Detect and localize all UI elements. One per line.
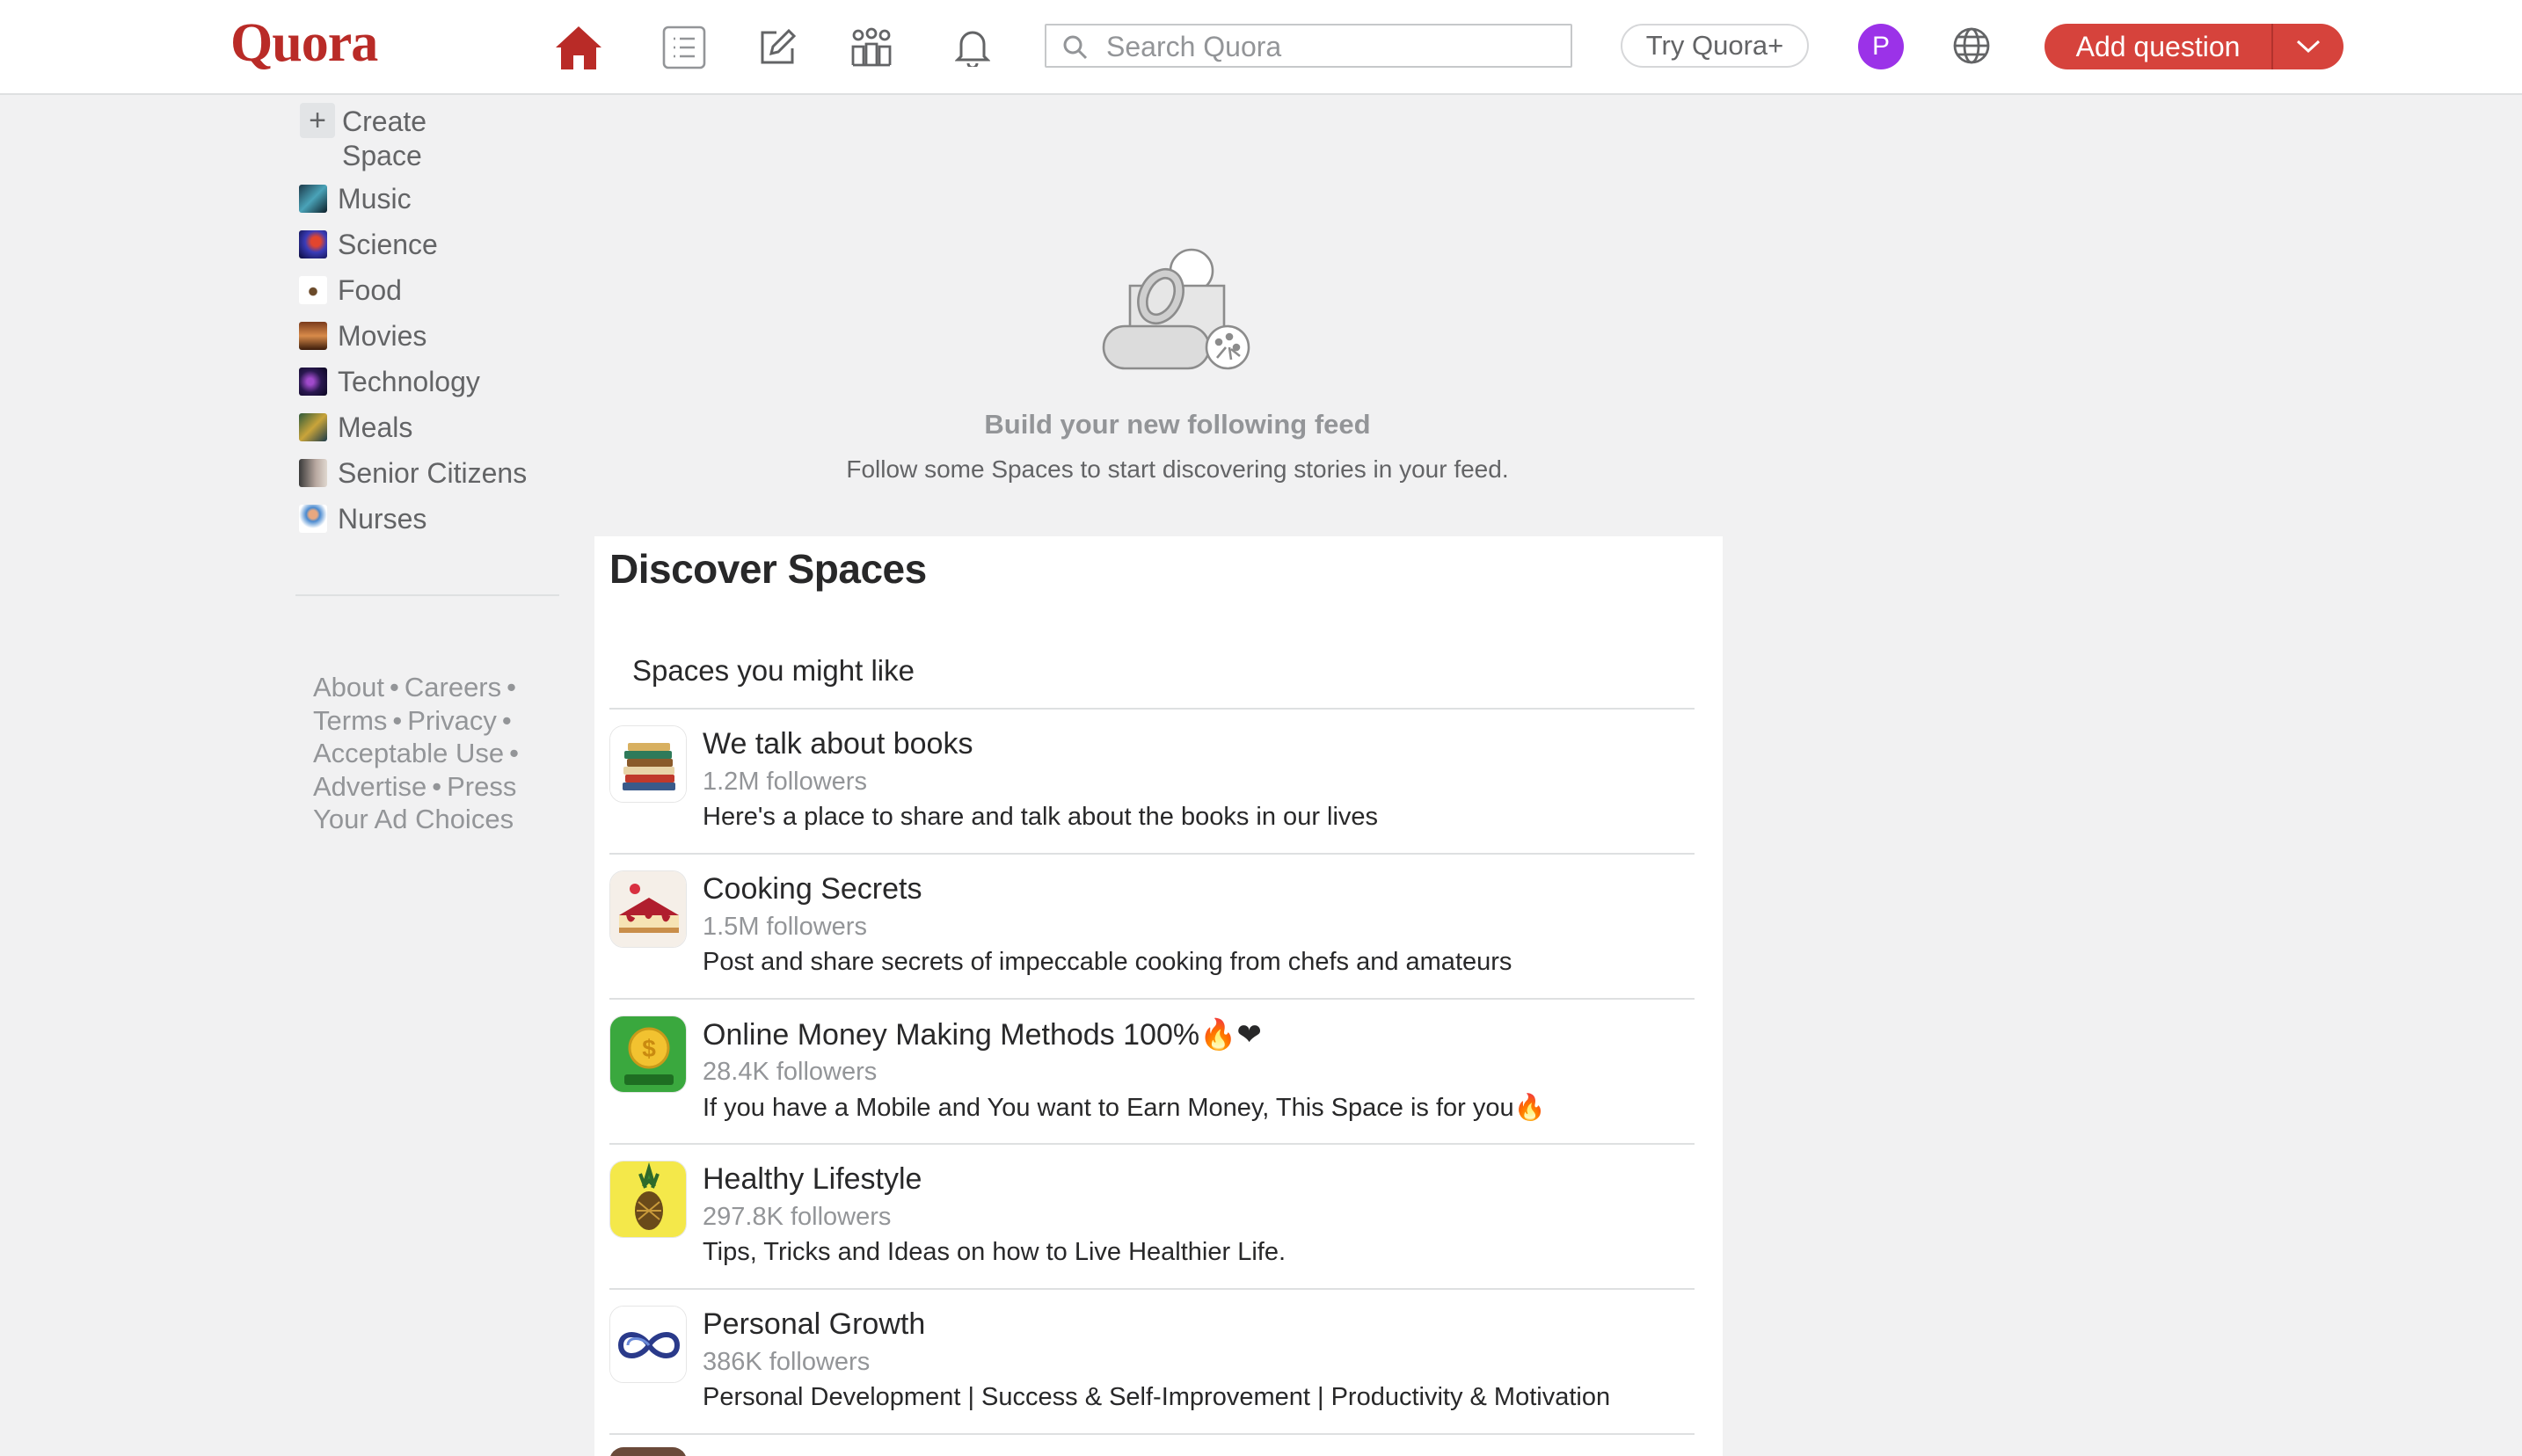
- science-thumb: [299, 230, 327, 258]
- globe-icon[interactable]: [1950, 25, 1993, 71]
- music-thumb: [299, 185, 327, 213]
- space-name[interactable]: We talk about books: [703, 727, 973, 761]
- space-row-healthy-lifestyle[interactable]: Healthy Lifestyle 297.8K followers Tips,…: [609, 1145, 1695, 1289]
- space-row-personal-growth[interactable]: Personal Growth 386K followers Personal …: [609, 1290, 1695, 1434]
- sidebar-item-movies[interactable]: Movies: [299, 318, 426, 353]
- space-row-books[interactable]: We talk about books 1.2M followers Here'…: [609, 710, 1695, 854]
- sidebar-divider: [295, 594, 559, 596]
- nurses-thumb: [299, 505, 327, 533]
- footer-link-careers[interactable]: Careers: [405, 672, 501, 703]
- space-row-cooking-secrets[interactable]: Cooking Secrets 1.5M followers Post and …: [609, 855, 1695, 999]
- notifications-icon[interactable]: [944, 19, 1001, 76]
- space-description: Here's a place to share and talk about t…: [703, 803, 1379, 831]
- svg-text:$: $: [642, 1035, 656, 1062]
- add-question-label: Add question: [2075, 30, 2241, 62]
- create-space-label: Create Space: [342, 106, 427, 171]
- empty-feed-subtitle: Follow some Spaces to start discovering …: [846, 455, 1509, 483]
- chevron-down-icon[interactable]: [2273, 24, 2343, 69]
- search-input[interactable]: [1104, 29, 1556, 64]
- space-description: If you have a Mobile and You want to Ear…: [703, 1094, 1546, 1122]
- search-box[interactable]: [1045, 24, 1572, 68]
- space-followers: 1.5M followers: [703, 913, 867, 941]
- footer-link-advertise[interactable]: Advertise: [313, 771, 426, 802]
- sidebar-item-nurses[interactable]: Nurses: [299, 501, 426, 536]
- technology-thumb: [299, 368, 327, 396]
- space-followers: 28.4K followers: [703, 1058, 878, 1086]
- movies-thumb: [299, 322, 327, 350]
- spaces-icon[interactable]: [843, 19, 900, 76]
- space-name[interactable]: Online Money Making Methods 100%🔥❤: [703, 1017, 1262, 1052]
- discover-spaces-title: Discover Spaces: [609, 546, 927, 592]
- food-thumb: [299, 276, 327, 304]
- space-row-online-money[interactable]: $ Online Money Making Methods 100%🔥❤ 28.…: [609, 1000, 1695, 1144]
- space-followers: 1.2M followers: [703, 768, 867, 796]
- empty-feed-illustration: [1099, 242, 1253, 378]
- discover-spaces-card: Discover Spaces Spaces you might like We…: [594, 536, 1723, 1456]
- space-name[interactable]: Healthy Lifestyle: [703, 1162, 922, 1197]
- search-icon: [1062, 34, 1089, 65]
- space-description: Personal Development | Success & Self-Im…: [703, 1383, 1611, 1411]
- empty-feed-title: Build your new following feed: [984, 409, 1371, 440]
- home-icon[interactable]: [550, 19, 607, 76]
- money-coin-icon: $: [609, 1016, 687, 1093]
- space-description: Post and share secrets of impeccable coo…: [703, 948, 1512, 976]
- following-icon[interactable]: [656, 19, 712, 76]
- footer-links: About • Careers • Terms • Privacy • Acceptable…: [313, 672, 519, 834]
- infinity-icon: [609, 1306, 687, 1383]
- meals-thumb: [299, 413, 327, 441]
- pineapple-icon: [609, 1161, 687, 1238]
- space-followers: 297.8K followers: [703, 1203, 892, 1231]
- cheesecake-icon: [609, 870, 687, 948]
- footer-link-acceptable-use[interactable]: Acceptable Use: [313, 738, 504, 768]
- footer-link-about[interactable]: About: [313, 672, 384, 703]
- sidebar-item-technology[interactable]: Technology: [299, 364, 480, 399]
- divider: [609, 1433, 1695, 1435]
- space-description: Tips, Tricks and Ideas on how to Live He…: [703, 1238, 1287, 1266]
- senior-citizens-thumb: [299, 459, 327, 487]
- footer-link-press[interactable]: Press: [447, 771, 516, 802]
- next-space-icon: [609, 1447, 687, 1456]
- space-name[interactable]: Personal Growth: [703, 1307, 925, 1342]
- create-space-button[interactable]: + Create Space: [300, 103, 465, 173]
- sidebar-item-science[interactable]: Science: [299, 227, 438, 262]
- space-followers: 386K followers: [703, 1348, 871, 1376]
- sidebar-item-food[interactable]: Food: [299, 273, 402, 308]
- spaces-you-might-like-heading: Spaces you might like: [632, 654, 915, 687]
- top-navigation-bar: Quora Search Quora Try Quora+ P Add ques…: [0, 0, 2522, 95]
- try-quora-plus-button[interactable]: Try Quora+: [1621, 24, 1809, 68]
- quora-logo[interactable]: Quora: [230, 12, 378, 75]
- answer-icon[interactable]: [749, 19, 805, 76]
- footer-link-privacy[interactable]: Privacy: [407, 705, 497, 736]
- add-question-button[interactable]: Add question: [2045, 24, 2343, 69]
- sidebar-item-senior-citizens[interactable]: Senior Citizens: [299, 455, 527, 491]
- footer-link-terms[interactable]: Terms: [313, 705, 387, 736]
- footer-link-ad-choices[interactable]: Your Ad Choices: [313, 804, 514, 834]
- plus-icon: +: [300, 103, 335, 138]
- profile-avatar[interactable]: P: [1858, 24, 1904, 69]
- space-name[interactable]: Cooking Secrets: [703, 872, 922, 906]
- sidebar-item-meals[interactable]: Meals: [299, 410, 412, 445]
- sidebar-item-music[interactable]: Music: [299, 181, 412, 216]
- books-icon: [609, 725, 687, 803]
